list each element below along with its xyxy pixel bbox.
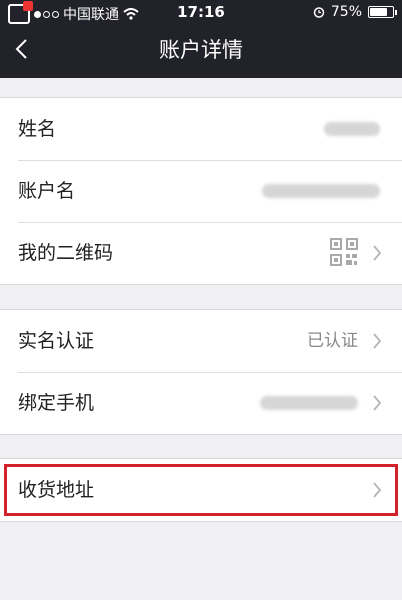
account-name-label: 账户名 [18, 180, 76, 202]
bind-phone-label: 绑定手机 [18, 392, 95, 414]
chevron-right-icon [373, 395, 382, 411]
app-header: 中国联通 17:16 75% 账户详情 [0, 0, 402, 78]
name-row[interactable]: 姓名 [0, 98, 402, 160]
my-qr-code-row[interactable]: 我的二维码 [0, 222, 402, 284]
account-name-value-blurred [262, 184, 380, 198]
status-bar: 中国联通 17:16 75% [0, 0, 402, 24]
verification-status: 已认证 [307, 331, 358, 351]
name-value-blurred [324, 122, 380, 136]
bind-phone-row[interactable]: 绑定手机 [0, 372, 402, 434]
real-name-verification-row[interactable]: 实名认证 已认证 [0, 310, 402, 372]
account-info-group: 姓名 账户名 我的二维码 [0, 97, 402, 285]
verification-group: 实名认证 已认证 绑定手机 [0, 309, 402, 435]
alarm-icon [313, 7, 325, 18]
highlight-box [4, 464, 398, 516]
account-name-row[interactable]: 账户名 [0, 160, 402, 222]
battery-percent: 75% [330, 4, 362, 20]
qr-code-icon [330, 238, 358, 266]
page-title: 账户详情 [159, 38, 243, 62]
battery-icon [368, 6, 397, 18]
real-name-verification-label: 实名认证 [18, 330, 95, 352]
phone-value-blurred [260, 396, 358, 410]
chevron-right-icon [373, 245, 382, 261]
chevron-right-icon [373, 333, 382, 349]
name-label: 姓名 [18, 118, 57, 140]
my-qr-code-label: 我的二维码 [18, 242, 114, 264]
